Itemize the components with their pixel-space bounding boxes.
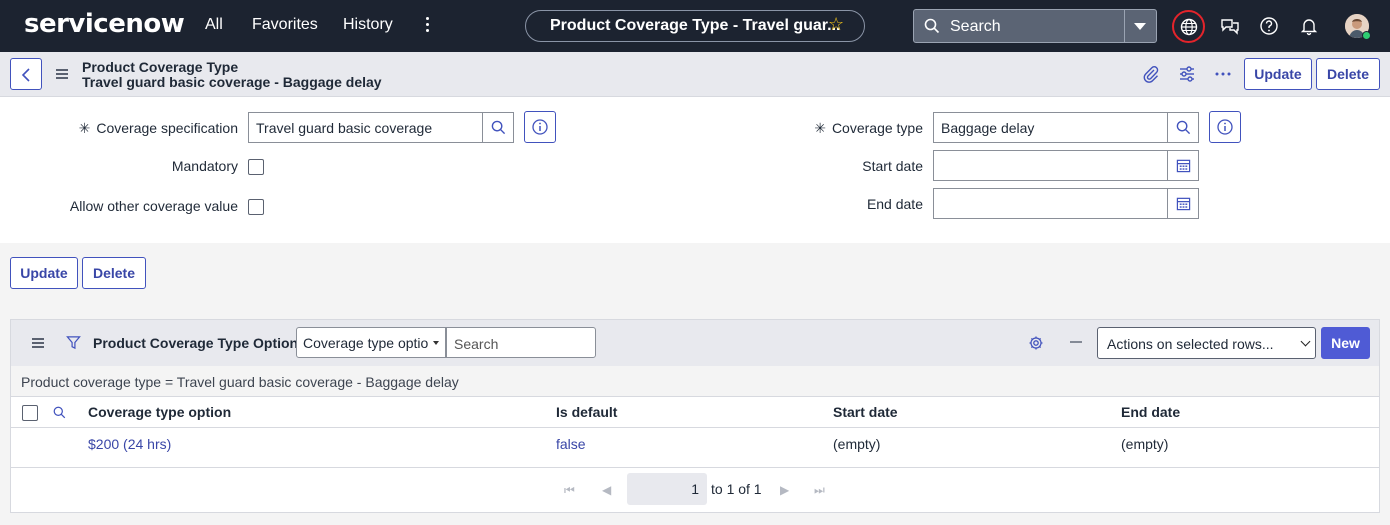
user-avatar[interactable]	[1345, 14, 1371, 40]
column-header-end-date[interactable]: End date	[1121, 404, 1180, 420]
coverage-type-lookup-button[interactable]	[1167, 112, 1199, 143]
search-icon	[1176, 120, 1191, 135]
related-list-search-input[interactable]: Search	[446, 327, 596, 358]
calendar-icon	[1176, 197, 1191, 211]
info-icon	[1217, 119, 1233, 135]
search-icon	[924, 18, 940, 34]
required-asterisk-icon: ✳	[78, 120, 91, 136]
mandatory-checkbox[interactable]	[248, 159, 264, 175]
allow-other-label: Allow other coverage value	[69, 198, 238, 214]
top-navigation: servicenow All Favorites History Product…	[0, 0, 1390, 52]
form-header: Product Coverage Type Travel guard basic…	[0, 52, 1390, 97]
column-header-coverage-type-option[interactable]: Coverage type option	[88, 404, 231, 420]
column-search-icon[interactable]	[53, 406, 66, 419]
end-date-label: End date	[866, 196, 923, 212]
online-status-dot	[1362, 31, 1371, 40]
actions-select[interactable]: Actions on selected rows...	[1097, 327, 1316, 359]
list-breadcrumb[interactable]: Product coverage type = Travel guard bas…	[11, 366, 1379, 396]
start-date-calendar-button[interactable]	[1167, 150, 1199, 181]
related-list-toolbar: Product Coverage Type Options Coverage t…	[11, 320, 1379, 366]
servicenow-logo[interactable]: servicenow	[24, 9, 185, 39]
form-table-label: Product Coverage Type	[82, 59, 239, 75]
attachment-paperclip-icon[interactable]	[1142, 65, 1160, 83]
chevron-down-icon	[1300, 336, 1311, 347]
list-settings-gear-icon[interactable]	[1028, 335, 1044, 351]
personalize-sliders-icon[interactable]	[1178, 65, 1196, 83]
global-search[interactable]: Search	[913, 9, 1157, 43]
pagination: ⏮ ◀ 1 to 1 of 1 ▶ ⏭	[11, 468, 1379, 512]
list-context-menu-icon[interactable]	[32, 338, 44, 350]
actions-select-value: Actions on selected rows...	[1107, 336, 1274, 352]
header-delete-button[interactable]: Delete	[1316, 58, 1380, 90]
coverage-type-field[interactable]: Baggage delay	[933, 112, 1169, 143]
back-button[interactable]	[10, 58, 42, 90]
filter-funnel-icon[interactable]	[66, 335, 81, 350]
coverage-type-info-button[interactable]	[1209, 111, 1241, 143]
end-date-calendar-button[interactable]	[1167, 188, 1199, 219]
nav-favorites[interactable]: Favorites	[252, 16, 318, 34]
first-page-icon[interactable]: ⏮	[564, 483, 575, 498]
coverage-spec-lookup-button[interactable]	[482, 112, 514, 143]
coverage-spec-info-button[interactable]	[524, 111, 556, 143]
collapse-minus-icon[interactable]	[1069, 335, 1083, 349]
select-all-checkbox[interactable]	[22, 405, 38, 421]
header-update-button[interactable]: Update	[1244, 58, 1312, 90]
page-range-text: to 1 of 1	[711, 481, 762, 497]
search-field-select[interactable]: Coverage type optio	[296, 327, 446, 358]
page-number-input[interactable]: 1	[627, 473, 707, 505]
info-icon	[532, 119, 548, 135]
context-menu-icon[interactable]	[56, 69, 68, 81]
mandatory-label: Mandatory	[171, 158, 238, 174]
allow-other-checkbox[interactable]	[248, 199, 264, 215]
favorite-star-icon[interactable]: ☆	[828, 14, 844, 35]
row-is-default-link[interactable]: false	[556, 436, 586, 452]
chevron-left-icon	[21, 68, 30, 82]
record-title: Product Coverage Type - Travel guar...	[550, 17, 841, 34]
globe-icon	[1180, 18, 1198, 36]
calendar-icon	[1176, 159, 1191, 173]
coverage-type-label: ✳ Coverage type	[814, 120, 923, 136]
search-icon	[491, 120, 506, 135]
related-list: Product Coverage Type Options Coverage t…	[10, 319, 1380, 513]
coverage-spec-field[interactable]: Travel guard basic coverage	[248, 112, 484, 143]
table-row: $200 (24 hrs) false (empty) (empty)	[11, 428, 1379, 468]
start-date-field[interactable]	[933, 150, 1169, 181]
language-globe-button[interactable]	[1172, 10, 1205, 43]
row-start-date: (empty)	[833, 436, 881, 452]
search-field-select-value: Coverage type optio	[303, 335, 429, 351]
column-header-start-date[interactable]: Start date	[833, 404, 898, 420]
new-button[interactable]: New	[1321, 327, 1370, 359]
more-menu-icon[interactable]	[420, 14, 434, 38]
previous-page-icon[interactable]: ◀	[602, 483, 611, 497]
row-end-date: (empty)	[1121, 436, 1169, 452]
coverage-spec-label: ✳ Coverage specification	[78, 120, 238, 136]
end-date-field[interactable]	[933, 188, 1169, 219]
nav-all[interactable]: All	[205, 16, 223, 34]
help-icon[interactable]	[1259, 16, 1279, 36]
chat-icon[interactable]	[1220, 16, 1240, 36]
update-button[interactable]: Update	[10, 257, 78, 289]
notifications-bell-icon[interactable]	[1299, 16, 1319, 36]
row-coverage-type-option-link[interactable]: $200 (24 hrs)	[88, 436, 171, 452]
table-header: Coverage type option Is default Start da…	[11, 396, 1379, 428]
column-header-is-default[interactable]: Is default	[556, 404, 617, 420]
related-list-title: Product Coverage Type Options	[93, 335, 306, 351]
delete-button[interactable]: Delete	[82, 257, 146, 289]
start-date-label: Start date	[862, 158, 923, 174]
required-asterisk-icon: ✳	[814, 120, 826, 136]
chevron-down-icon	[433, 341, 439, 345]
nav-history[interactable]: History	[343, 16, 393, 34]
next-page-icon[interactable]: ▶	[780, 483, 789, 497]
form-body: ✳ Coverage specification Travel guard bas…	[0, 97, 1390, 243]
more-options-icon[interactable]	[1214, 65, 1232, 83]
search-scope-dropdown-icon[interactable]	[1134, 23, 1146, 30]
global-search-placeholder: Search	[950, 18, 1001, 35]
record-title-pill[interactable]: Product Coverage Type - Travel guar...	[525, 10, 865, 42]
form-record-label: Travel guard basic coverage - Baggage de…	[82, 74, 382, 90]
last-page-icon[interactable]: ⏭	[814, 483, 825, 498]
